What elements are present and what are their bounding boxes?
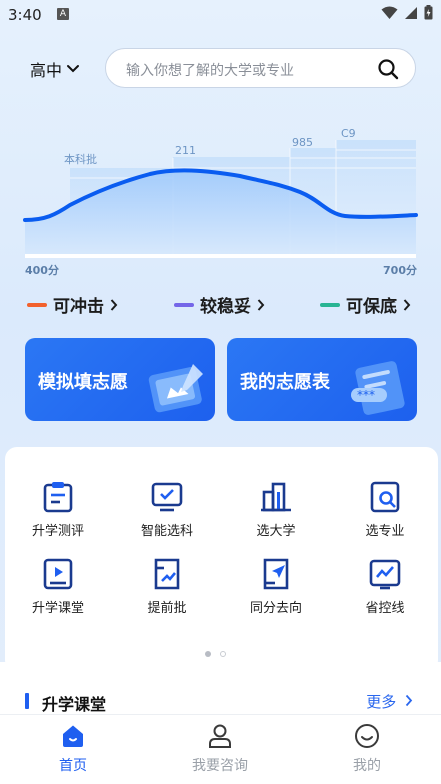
legend-swatch	[174, 302, 194, 307]
grid-item-choose-university[interactable]: 选大学	[226, 480, 326, 539]
legend-swatch	[320, 302, 340, 307]
legend-item-wentuo[interactable]: 较稳妥	[174, 292, 265, 317]
chart-min-label: 400分	[25, 264, 59, 277]
grid-item-classroom[interactable]: 升学课堂	[8, 557, 108, 616]
grid-label: 提前批	[147, 601, 187, 616]
status-bar: 3:40 A	[0, 0, 441, 30]
notification-icon: A	[57, 8, 69, 20]
chevron-down-icon	[67, 65, 80, 73]
my-application-card[interactable]: 我的志愿表 ***	[227, 338, 417, 421]
search-placeholder: 输入你想了解的大学或专业	[126, 63, 294, 79]
legend-item-baodi[interactable]: 可保底	[320, 292, 411, 317]
chevron-right-icon	[405, 694, 413, 707]
svg-text:***: ***	[357, 388, 375, 402]
table-illustration-icon: ***	[351, 361, 405, 415]
tab-home[interactable]: 首页	[23, 723, 123, 775]
grid-label: 升学课堂	[31, 601, 84, 616]
grid-item-assessment[interactable]: 升学测评	[8, 480, 108, 539]
tier-label-benkepi: 本科批	[64, 152, 97, 166]
feature-grid: 升学测评 智能选科 选大学 选专业 升学课堂 提前批 同分去向 省控线	[5, 447, 438, 672]
grid-label: 省控线	[365, 601, 405, 616]
tier-label-985: 985	[292, 136, 313, 149]
monitor-check-icon	[151, 482, 183, 512]
video-book-icon	[43, 558, 73, 590]
grid-label: 同分去向	[249, 601, 302, 616]
legend-label: 可冲击	[53, 297, 104, 317]
grid-item-same-score[interactable]: 同分去向	[226, 557, 326, 616]
line-chart-icon	[369, 559, 401, 590]
search-icon[interactable]	[377, 58, 399, 80]
legend-item-chongji[interactable]: 可冲击	[27, 292, 118, 317]
page-dot[interactable]	[220, 651, 226, 657]
chevron-right-icon	[257, 298, 265, 311]
tab-label: 首页	[59, 758, 87, 774]
chevron-right-icon	[110, 298, 118, 311]
tab-label: 我要咨询	[192, 758, 248, 774]
more-label: 更多	[366, 693, 397, 711]
home-icon	[63, 725, 83, 747]
grade-selector[interactable]: 高中	[30, 57, 80, 81]
form-illustration-icon	[148, 364, 203, 413]
wifi-icon	[381, 6, 398, 19]
page-indicator	[205, 651, 226, 657]
grid-label: 升学测评	[31, 524, 84, 539]
building-icon	[261, 482, 291, 512]
bottom-tab-bar: 首页 我要咨询 我的	[0, 714, 441, 784]
send-doc-icon	[263, 558, 289, 590]
grid-item-control-line[interactable]: 省控线	[335, 557, 435, 616]
tab-label: 我的	[353, 758, 381, 774]
search-doc-icon	[370, 481, 400, 513]
score-chart: 本科批 211 985 C9	[23, 127, 418, 258]
status-icons	[381, 5, 433, 20]
grid-item-choose-major[interactable]: 选专业	[335, 480, 435, 539]
user-icon	[209, 724, 231, 748]
grid-item-early-batch[interactable]: 提前批	[117, 557, 217, 616]
grid-label: 选专业	[365, 524, 405, 539]
page-dot-active[interactable]	[205, 651, 211, 657]
section-more-link[interactable]: 更多	[366, 691, 413, 712]
smiley-icon	[355, 724, 379, 748]
tier-label-211: 211	[175, 144, 196, 157]
chart-legend: 可冲击 较稳妥 可保底	[0, 292, 441, 318]
card-title: 我的志愿表	[240, 372, 330, 393]
grid-label: 选大学	[256, 524, 296, 539]
trend-doc-icon	[154, 558, 180, 590]
grid-item-subject-select[interactable]: 智能选科	[117, 480, 217, 539]
legend-label: 可保底	[346, 297, 397, 317]
tab-consult[interactable]: 我要咨询	[170, 723, 270, 775]
search-input[interactable]: 输入你想了解的大学或专业	[105, 48, 416, 88]
classroom-section-header: 升学课堂 更多	[0, 662, 441, 714]
section-accent-bar	[25, 693, 29, 709]
card-title: 模拟填志愿	[38, 372, 128, 393]
tab-mine[interactable]: 我的	[317, 723, 417, 775]
chart-max-label: 700分	[383, 264, 417, 277]
section-title: 升学课堂	[42, 695, 107, 714]
chart-baseline	[25, 254, 416, 258]
tier-label-c9: C9	[341, 127, 356, 140]
legend-label: 较稳妥	[200, 297, 251, 317]
simulate-application-card[interactable]: 模拟填志愿	[25, 338, 215, 421]
clipboard-icon	[43, 482, 73, 513]
legend-swatch	[27, 302, 47, 307]
grid-label: 智能选科	[140, 524, 193, 539]
status-time: 3:40	[8, 6, 42, 24]
grade-label: 高中	[30, 61, 63, 80]
signal-icon	[405, 6, 417, 19]
chevron-right-icon	[403, 298, 411, 311]
battery-icon	[424, 5, 433, 20]
